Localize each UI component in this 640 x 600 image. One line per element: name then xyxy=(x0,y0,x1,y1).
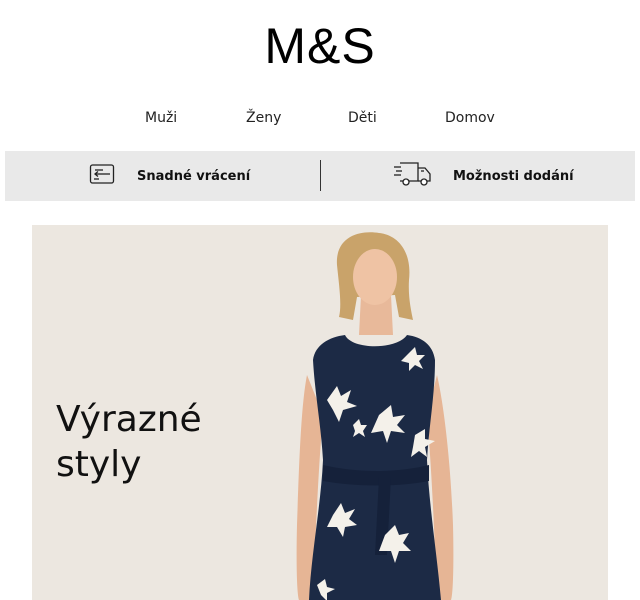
email-page: M&S Muži Ženy Děti Domov Snadné vrácení xyxy=(0,0,640,600)
nav-item-men[interactable]: Muži xyxy=(145,106,177,130)
hero-model-image xyxy=(296,232,454,600)
hero-banner[interactable]: Výrazné styly xyxy=(32,225,608,600)
delivery-options-label: Možnosti dodání xyxy=(453,168,574,184)
returns-icon xyxy=(89,162,117,190)
nav-item-women[interactable]: Ženy xyxy=(246,106,281,130)
service-bar: Snadné vrácení Možnosti dodání xyxy=(5,151,635,201)
nav-item-kids[interactable]: Děti xyxy=(348,106,377,130)
brand-logo[interactable]: M&S xyxy=(0,14,640,78)
service-divider xyxy=(320,160,321,191)
hero-title: Výrazné styly xyxy=(56,399,202,485)
easy-returns-label: Snadné vrácení xyxy=(137,168,251,184)
delivery-options-link[interactable]: Možnosti dodání xyxy=(393,151,574,201)
main-nav: Muži Ženy Děti Domov xyxy=(0,106,640,130)
nav-item-home[interactable]: Domov xyxy=(445,106,495,130)
delivery-truck-icon xyxy=(393,160,433,192)
easy-returns-link[interactable]: Snadné vrácení xyxy=(89,151,250,201)
